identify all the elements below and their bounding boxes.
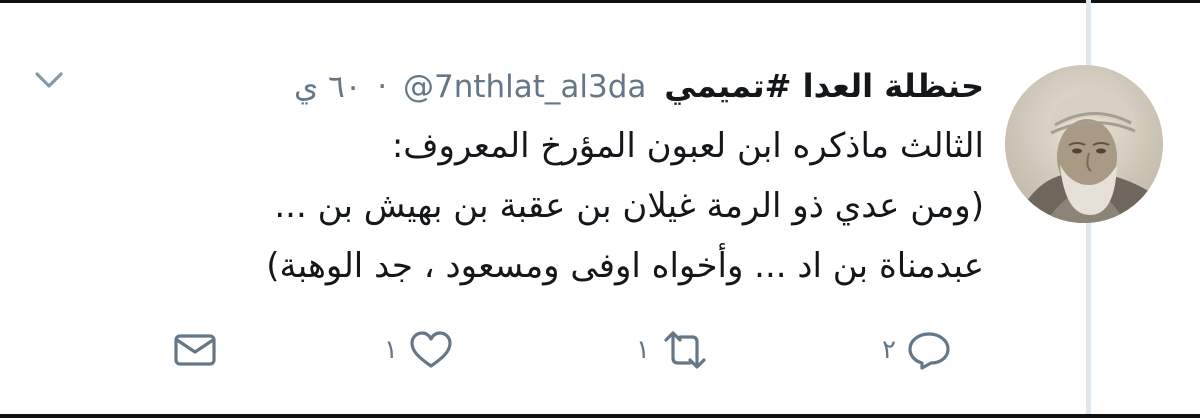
- like-button[interactable]: ١: [384, 325, 454, 375]
- tweet-text-line: (ومن عدي ذو الرمة غيلان بن عقبة بن بهيش …: [274, 186, 984, 226]
- reply-count: ٢: [882, 335, 896, 365]
- display-name[interactable]: حنظلة العدا #تميمي: [664, 67, 984, 105]
- bottom-divider: [0, 414, 1200, 418]
- like-count: ١: [384, 335, 398, 365]
- retweet-count: ١: [636, 335, 650, 365]
- retweet-icon: [664, 331, 706, 369]
- reply-icon: [908, 332, 950, 370]
- separator-dot: ·: [377, 69, 388, 105]
- tweet-text-line: عبدمناة بن اد ... وأخواه اوفى ومسعود ، ج…: [266, 246, 984, 286]
- top-divider: [0, 0, 1200, 3]
- tweet-text-line: الثالث ماذكره ابن لعبون المؤرخ المعروف:: [391, 126, 984, 166]
- heart-icon: [410, 331, 452, 368]
- tweet-time[interactable]: ٦٠ ي: [294, 69, 361, 105]
- tweet-text: الثالث ماذكره ابن لعبون المؤرخ المعروف: …: [204, 116, 984, 296]
- user-handle[interactable]: @7nthlat_al3da: [403, 69, 646, 105]
- envelope-icon: [174, 334, 216, 366]
- retweet-button[interactable]: ١: [636, 325, 710, 375]
- tweet-header: حنظلة العدا #تميمي @7nthlat_al3da · ٦٠ ي: [204, 58, 984, 115]
- reply-button[interactable]: ٢: [882, 325, 952, 375]
- direct-message-button[interactable]: [172, 325, 218, 375]
- avatar[interactable]: [1005, 65, 1163, 223]
- tweet-screen: حنظلة العدا #تميمي @7nthlat_al3da · ٦٠ ي…: [0, 0, 1200, 418]
- chevron-down-icon[interactable]: [34, 70, 64, 90]
